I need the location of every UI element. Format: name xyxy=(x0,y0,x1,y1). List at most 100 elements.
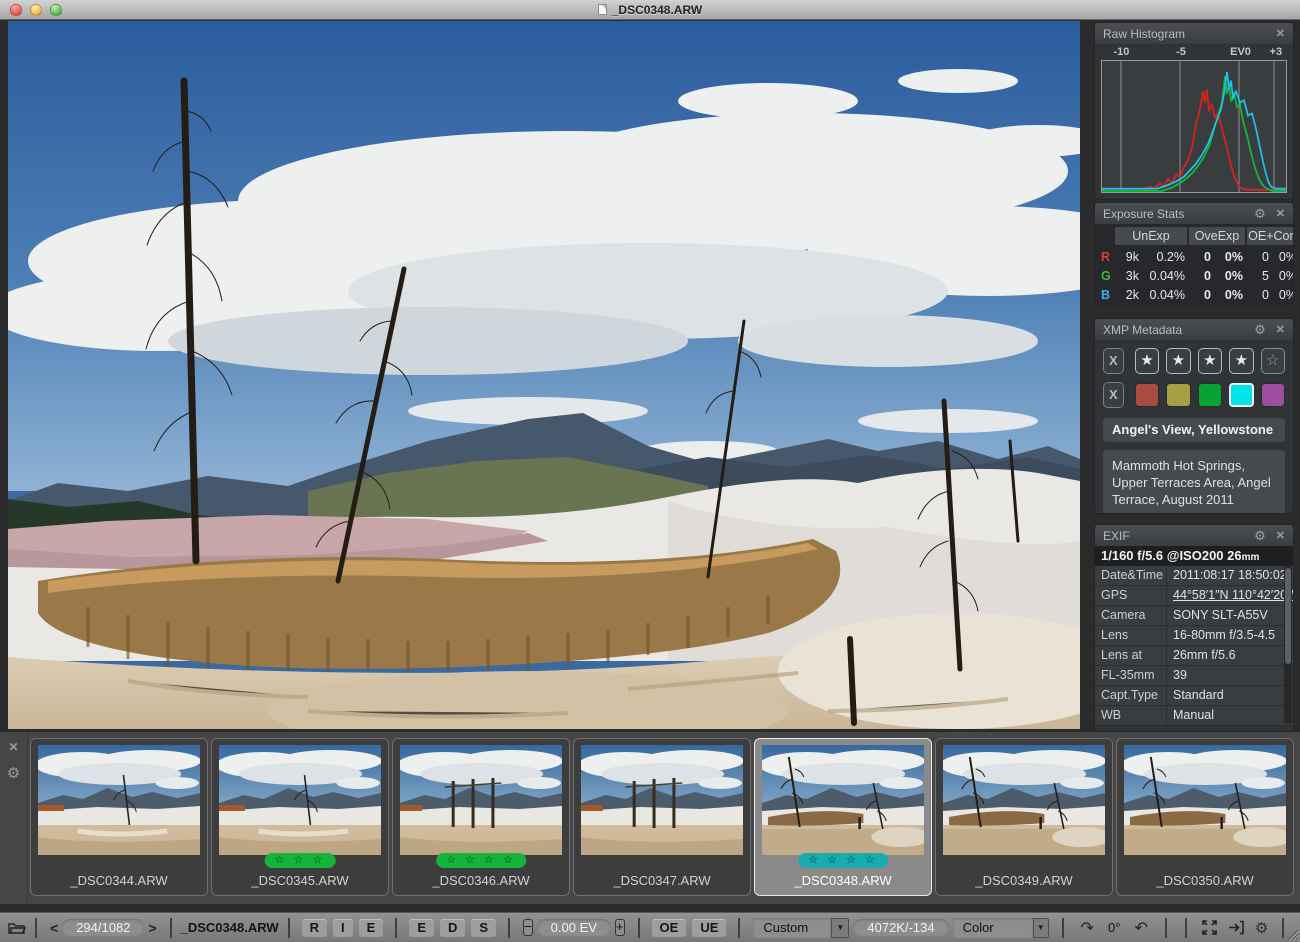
unexp-pct: 0.04% xyxy=(1142,269,1188,283)
thumbnail-filename: _DSC0347.ARW xyxy=(574,873,750,888)
rating-star-button[interactable]: ★ xyxy=(1135,348,1159,374)
gear-icon[interactable]: ⚙ xyxy=(1254,322,1266,338)
no-color-button[interactable]: X xyxy=(1103,382,1124,408)
open-folder-icon[interactable] xyxy=(8,921,26,935)
gear-icon[interactable]: ⚙ xyxy=(1254,206,1266,222)
toggle-i-button[interactable]: I xyxy=(333,919,353,936)
gps-link[interactable]: 44°58′1″N 110°42′20″W xyxy=(1167,586,1293,605)
channel-label: B xyxy=(1099,288,1114,302)
thumbnail[interactable]: _DSC0350.ARW xyxy=(1116,738,1294,896)
divider xyxy=(1282,918,1284,938)
thumbnail-selected[interactable]: ☆ ☆ ☆ ☆ _DSC0348.ARW xyxy=(754,738,932,896)
toggle-r-button[interactable]: R xyxy=(302,919,327,936)
close-filmstrip-icon[interactable]: ✕ xyxy=(8,740,18,754)
ev-increase-button[interactable]: + xyxy=(615,919,625,936)
oecorr-pct: 0% xyxy=(1272,269,1294,283)
minimize-window-button[interactable] xyxy=(30,4,42,16)
ev-decrease-button[interactable]: − xyxy=(523,919,533,936)
tick-label: -10 xyxy=(1114,46,1130,58)
toggle-e2-button[interactable]: E xyxy=(409,919,434,936)
oe-button[interactable]: OE xyxy=(652,919,687,936)
rating-star-button[interactable]: ★ xyxy=(1229,348,1253,374)
oveexp-pct: 0% xyxy=(1214,288,1246,302)
toggle-s-button[interactable]: S xyxy=(471,919,496,936)
raw-histogram-header: Raw Histogram ✕ xyxy=(1095,23,1293,44)
filmstrip-gear-icon[interactable]: ⚙ xyxy=(7,764,20,782)
thumbnail[interactable]: _DSC0344.ARW xyxy=(30,738,208,896)
toggle-e-button[interactable]: E xyxy=(359,919,384,936)
close-icon[interactable]: ✕ xyxy=(1276,529,1285,542)
color-swatch[interactable] xyxy=(1135,383,1159,407)
statusbar-right-tools: ⚙ xyxy=(1176,918,1293,938)
divider xyxy=(508,918,510,938)
divider xyxy=(1185,918,1187,938)
thumbnail-strip: _DSC0344.ARW ☆ ☆ ☆ _DSC0345.ARW ☆ ☆ ☆ ☆ … xyxy=(30,738,1294,896)
fullscreen-icon[interactable] xyxy=(1201,919,1218,936)
rotate-right-icon[interactable]: ↷ xyxy=(1073,918,1102,938)
thumbnail[interactable]: _DSC0347.ARW xyxy=(573,738,751,896)
oveexp-count: 0 xyxy=(1188,250,1214,264)
exposure-stats-header: Exposure Stats ⚙ ✕ xyxy=(1095,203,1293,224)
oveexp-pct: 0% xyxy=(1214,269,1246,283)
tick-label: EV0 xyxy=(1230,46,1251,58)
color-swatch[interactable] xyxy=(1229,383,1254,407)
close-icon[interactable]: ✕ xyxy=(1276,207,1285,220)
exif-row-label: GPS xyxy=(1095,586,1167,605)
previous-image-button[interactable]: < xyxy=(46,920,62,936)
oecorr-pct: 0% xyxy=(1272,250,1294,264)
thumbnail[interactable]: ☆ ☆ ☆ _DSC0345.ARW xyxy=(211,738,389,896)
toggle-d-button[interactable]: D xyxy=(440,919,465,936)
exif-row-value: Manual xyxy=(1167,706,1293,725)
exif-row-label: WB xyxy=(1095,706,1167,725)
thumbnail[interactable]: _DSC0349.ARW xyxy=(935,738,1113,896)
settings-gear-icon[interactable]: ⚙ xyxy=(1255,919,1268,937)
next-image-button[interactable]: > xyxy=(144,920,160,936)
oveexp-pct: 0% xyxy=(1214,250,1246,264)
exif-title: EXIF xyxy=(1103,529,1130,543)
exit-icon[interactable] xyxy=(1228,920,1245,935)
rating-badge: ☆ ☆ ☆ ☆ xyxy=(798,853,888,868)
rotation-value: 0° xyxy=(1102,920,1126,935)
thumbnail[interactable]: ☆ ☆ ☆ ☆ _DSC0346.ARW xyxy=(392,738,570,896)
image-description-field[interactable]: Mammoth Hot Springs, Upper Terraces Area… xyxy=(1103,450,1285,514)
table-row: R 9k 0.2% 0 0% 0 0% xyxy=(1099,247,1289,266)
ue-button[interactable]: UE xyxy=(692,919,726,936)
reject-rating-button[interactable]: X xyxy=(1103,348,1124,374)
image-counter: 294/1082 xyxy=(62,919,144,936)
oecorr-pct: 0% xyxy=(1272,288,1294,302)
image-title-field[interactable]: Angel's View, Yellowstone xyxy=(1103,418,1285,442)
color-swatch[interactable] xyxy=(1166,383,1190,407)
look-dropdown[interactable]: Color Movie ▼ xyxy=(953,918,1049,938)
rotate-left-icon[interactable]: ↶ xyxy=(1126,918,1155,938)
tick-label: -5 xyxy=(1176,46,1186,58)
thumbnail-filename: _DSC0348.ARW xyxy=(755,873,931,888)
scrollbar-thumb[interactable] xyxy=(1285,568,1291,664)
gear-icon[interactable]: ⚙ xyxy=(1254,528,1266,544)
main-image-view[interactable] xyxy=(8,21,1080,729)
divider xyxy=(170,918,172,938)
close-icon[interactable]: ✕ xyxy=(1276,323,1285,336)
close-window-button[interactable] xyxy=(10,4,22,16)
scrollbar[interactable] xyxy=(1284,566,1292,724)
thumbnail-image xyxy=(943,745,1105,855)
zoom-window-button[interactable] xyxy=(50,4,62,16)
divider xyxy=(1165,918,1167,938)
column-header: UnExp xyxy=(1115,227,1187,245)
table-row: Date&Time 2011:08:17 18:50:02 xyxy=(1095,566,1293,586)
unexp-count: 9k xyxy=(1114,250,1142,264)
unexp-count: 3k xyxy=(1114,269,1142,283)
wb-preset-value: Custom xyxy=(753,918,831,938)
color-swatch[interactable] xyxy=(1261,383,1285,407)
color-swatch[interactable] xyxy=(1198,383,1222,407)
divider xyxy=(738,918,740,938)
exif-row-label: Camera xyxy=(1095,606,1167,625)
rating-star-button[interactable]: ★ xyxy=(1198,348,1222,374)
close-icon[interactable]: ✕ xyxy=(1276,27,1285,40)
resize-grip[interactable] xyxy=(1285,927,1299,941)
wb-preset-dropdown[interactable]: Custom ▼ xyxy=(753,918,849,938)
exif-row-label: FL-35mm xyxy=(1095,666,1167,685)
landscape-photo xyxy=(8,21,1080,729)
rating-star-button[interactable]: ★ xyxy=(1166,348,1190,374)
exif-row-value: SONY SLT-A55V xyxy=(1167,606,1293,625)
rating-star-button[interactable]: ☆ xyxy=(1261,348,1285,374)
